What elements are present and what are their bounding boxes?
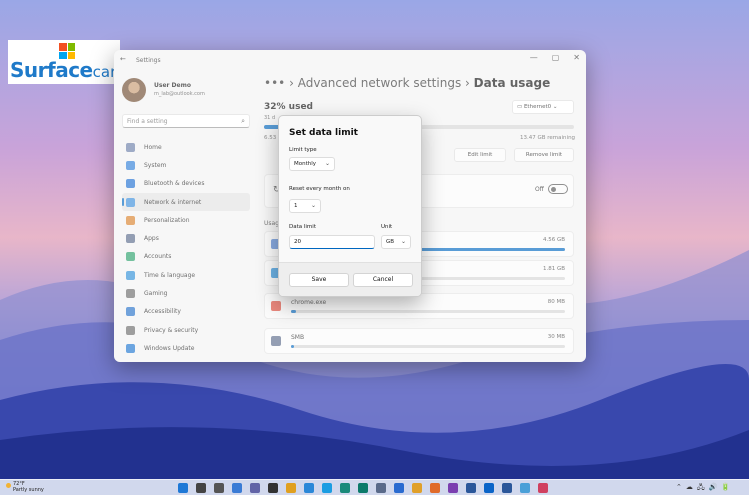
edge-beta-icon[interactable] <box>340 483 350 493</box>
reset-day-label: Reset every month on <box>289 186 350 192</box>
windows-start-icon[interactable] <box>178 483 188 493</box>
save-button[interactable]: Save <box>289 273 349 287</box>
onenote-icon[interactable] <box>448 483 458 493</box>
surfacecare-logo: Surfacecare <box>8 40 125 84</box>
logo-wordmark: Surfacecare <box>10 58 125 82</box>
cancel-button[interactable]: Cancel <box>353 273 413 287</box>
outlook-icon[interactable] <box>484 483 494 493</box>
widgets-icon[interactable] <box>232 483 242 493</box>
limit-type-value: Monthly <box>294 161 317 167</box>
photos-icon[interactable] <box>304 483 314 493</box>
dialog-title: Set data limit <box>289 128 358 138</box>
reset-day-dropdown[interactable]: 1 ⌄ <box>289 199 321 213</box>
edge-dev-icon[interactable] <box>358 483 368 493</box>
edge-icon[interactable] <box>322 483 332 493</box>
teams-icon[interactable] <box>250 483 260 493</box>
chrome-icon[interactable] <box>412 483 422 493</box>
system-tray: ⌃ ☁ 🖧 🔊 🔋 <box>676 483 730 494</box>
limit-type-label: Limit type <box>289 147 317 153</box>
sun-icon <box>6 483 11 488</box>
task-view-icon[interactable] <box>214 483 224 493</box>
dialog-footer: Save Cancel <box>279 262 421 296</box>
data-limit-label: Data limit <box>289 224 316 230</box>
cloud-icon[interactable]: ☁ <box>686 483 693 494</box>
unit-value: GB <box>386 239 395 245</box>
set-data-limit-dialog: Set data limit Limit type Monthly ⌄ Rese… <box>278 115 422 297</box>
taskbar-apps <box>178 483 548 493</box>
limit-type-dropdown[interactable]: Monthly ⌄ <box>289 157 335 171</box>
logo-squares <box>59 43 75 59</box>
battery-icon[interactable]: 🔋 <box>721 483 730 494</box>
volume-icon[interactable]: 🔊 <box>709 483 718 494</box>
chevron-up-icon[interactable]: ⌃ <box>676 483 682 494</box>
chevron-down-icon: ⌄ <box>400 238 406 245</box>
logo-brand: Surface <box>10 58 93 82</box>
word-2-icon[interactable] <box>502 483 512 493</box>
settings-icon[interactable] <box>376 483 386 493</box>
chevron-down-icon: ⌄ <box>324 160 330 167</box>
weather-condition: Partly sunny <box>13 487 44 493</box>
store-icon[interactable] <box>394 483 404 493</box>
taskbar: 72°F Partly sunny ⌃ ☁ 🖧 🔊 🔋 <box>0 479 749 495</box>
unit-label: Unit <box>381 224 393 230</box>
unit-dropdown[interactable]: GB ⌄ <box>381 235 411 249</box>
reset-day-value: 1 <box>294 203 298 209</box>
data-limit-input[interactable]: 20 <box>289 235 375 249</box>
notepad-icon[interactable] <box>520 483 530 493</box>
firefox-icon[interactable] <box>430 483 440 493</box>
paint-icon[interactable] <box>286 483 296 493</box>
snipping-icon[interactable] <box>538 483 548 493</box>
chevron-down-icon: ⌄ <box>310 202 316 209</box>
word-icon[interactable] <box>466 483 476 493</box>
terminal-icon[interactable] <box>268 483 278 493</box>
search-icon[interactable] <box>196 483 206 493</box>
network-icon[interactable]: 🖧 <box>697 483 705 494</box>
weather-widget[interactable]: 72°F Partly sunny <box>6 481 44 493</box>
